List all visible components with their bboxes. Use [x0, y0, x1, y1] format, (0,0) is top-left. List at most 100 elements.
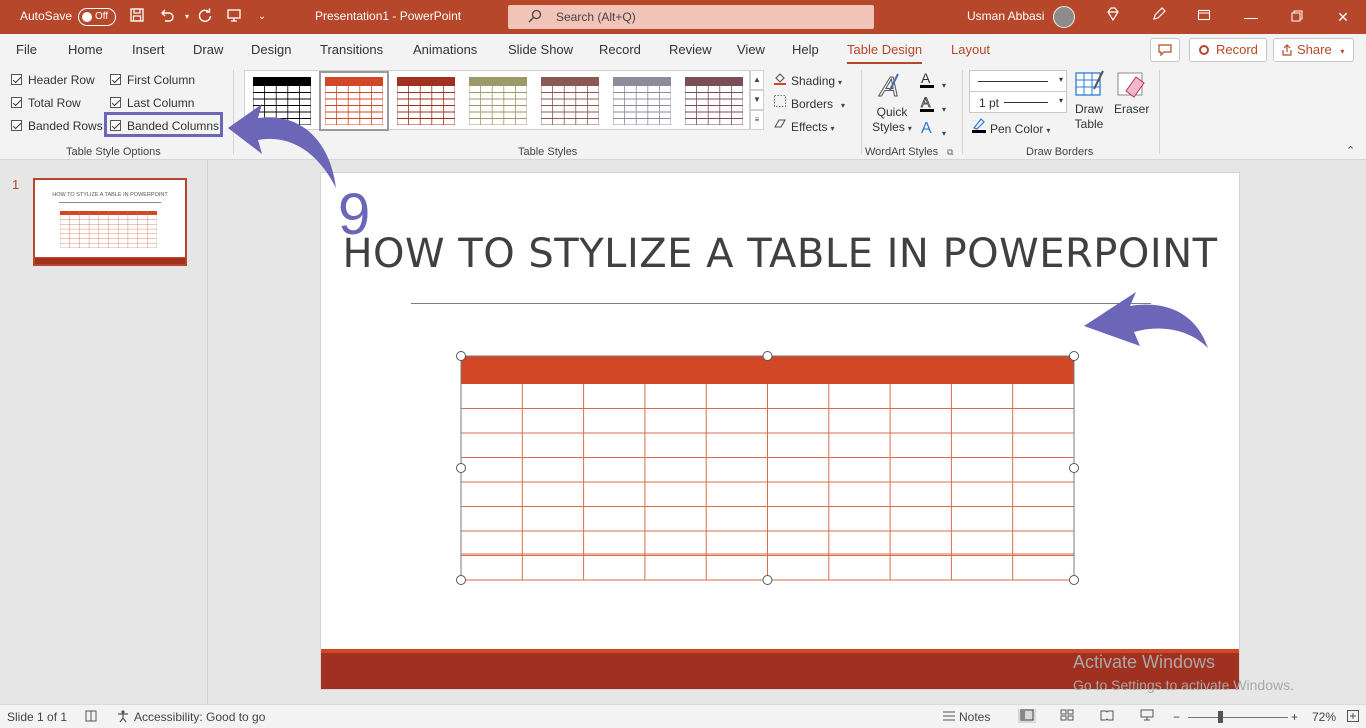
group-divider — [233, 70, 234, 154]
quick-styles-button[interactable]: A Quick Styles ▾ — [872, 70, 912, 136]
zoom-in-button[interactable]: + — [1291, 710, 1298, 724]
table-style-swatch[interactable] — [397, 77, 455, 125]
tab-home[interactable]: Home — [68, 42, 103, 57]
table-style-swatch[interactable] — [685, 77, 743, 125]
text-outline-button[interactable]: A ▾ — [918, 94, 946, 115]
draw-table-button[interactable]: Draw Table — [1074, 69, 1104, 132]
gallery-up-button[interactable]: ▲ — [750, 70, 764, 90]
dialog-launcher-icon[interactable]: ⧉ — [947, 147, 953, 158]
tab-record[interactable]: Record — [599, 42, 641, 57]
table-style-swatch[interactable] — [253, 77, 311, 125]
customize-qat-icon[interactable]: ⌄ — [252, 7, 272, 27]
present-icon[interactable] — [224, 7, 244, 27]
tab-layout[interactable]: Layout — [951, 42, 990, 57]
autosave-toggle[interactable]: Off — [78, 8, 116, 26]
record-button[interactable]: Record — [1189, 38, 1267, 62]
spelling-icon[interactable] — [82, 709, 100, 723]
borders-button[interactable]: Borders ▾ — [772, 94, 845, 111]
header-row-checkbox[interactable]: Header Row — [11, 73, 95, 87]
draw-table-label-1: Draw — [1074, 102, 1103, 116]
eraser-button[interactable]: Eraser — [1114, 69, 1149, 117]
ribbon-display-icon[interactable] — [1193, 6, 1215, 28]
gallery-more-button[interactable]: ≡ — [750, 110, 764, 130]
first-column-checkbox[interactable]: First Column — [110, 73, 195, 87]
zoom-slider-track[interactable] — [1188, 717, 1288, 718]
zoom-slider-thumb[interactable] — [1218, 711, 1223, 723]
redo-icon[interactable] — [195, 7, 215, 27]
draw-table-label-2: Table — [1074, 117, 1104, 131]
reading-view-icon[interactable] — [1098, 709, 1116, 723]
pen-style-dropdown[interactable]: ▾ — [969, 70, 1067, 92]
eraser-icon — [1117, 72, 1145, 98]
tab-insert[interactable]: Insert — [132, 42, 165, 57]
quick-styles-icon: A — [878, 71, 900, 103]
share-button[interactable]: Share ▾ — [1273, 38, 1354, 62]
save-icon[interactable] — [127, 7, 147, 27]
shading-button[interactable]: Shading ▾ — [772, 71, 842, 88]
collapse-ribbon-icon[interactable]: ⌃ — [1346, 144, 1355, 157]
notes-icon[interactable] — [940, 709, 958, 723]
total-row-checkbox[interactable]: Total Row — [11, 96, 81, 110]
tab-table-design[interactable]: Table Design — [847, 42, 923, 65]
pen-weight-dropdown[interactable]: 1 pt ▾ — [969, 91, 1067, 113]
zoom-level[interactable]: 72% — [1312, 710, 1336, 724]
pen-icon[interactable] — [1148, 6, 1170, 28]
gallery-down-button[interactable]: ▼ — [750, 90, 764, 110]
accessibility-icon[interactable] — [114, 709, 132, 723]
restore-icon[interactable] — [1286, 6, 1308, 28]
tab-file[interactable]: File — [16, 42, 37, 57]
close-icon[interactable]: ✕ — [1332, 6, 1354, 28]
last-column-checkbox[interactable]: Last Column — [110, 96, 194, 110]
chevron-down-icon: ▾ — [942, 81, 947, 90]
group-divider — [962, 70, 963, 154]
table-style-swatch[interactable] — [541, 77, 599, 125]
table-styles-gallery — [244, 70, 750, 131]
minimize-icon[interactable]: — — [1240, 6, 1262, 28]
undo-icon[interactable] — [157, 7, 177, 27]
svg-text:A: A — [921, 70, 931, 86]
premium-diamond-icon[interactable] — [1102, 6, 1124, 28]
table-style-swatch[interactable] — [469, 77, 527, 125]
slideshow-view-icon[interactable] — [1138, 709, 1156, 723]
share-icon — [1282, 44, 1292, 56]
tab-help[interactable]: Help — [792, 42, 819, 57]
text-fill-button[interactable]: A ▾ — [918, 70, 946, 91]
tab-view[interactable]: View — [737, 42, 765, 57]
zoom-out-button[interactable]: − — [1173, 710, 1180, 724]
tab-design[interactable]: Design — [251, 42, 291, 57]
slide-canvas[interactable]: HOW TO STYLIZE A TABLE IN POWERPOINT — [320, 172, 1240, 690]
avatar[interactable] — [1053, 6, 1075, 28]
chevron-down-icon: ▾ — [1046, 126, 1051, 135]
undo-dropdown-icon[interactable]: ▾ — [177, 7, 197, 27]
normal-view-icon[interactable] — [1018, 709, 1036, 723]
slide-thumbnail-pane: 1 HOW TO STYLIZE A TABLE IN POWERPOINT — [0, 160, 208, 704]
pen-weight-value: 1 pt — [979, 96, 1000, 110]
table-style-swatch[interactable] — [613, 77, 671, 125]
notes-button[interactable]: Notes — [959, 710, 990, 724]
tab-transitions[interactable]: Transitions — [320, 42, 383, 57]
thumbnail-title: HOW TO STYLIZE A TABLE IN POWERPOINT — [52, 192, 168, 198]
search-placeholder: Search (Alt+Q) — [556, 10, 636, 24]
tab-draw[interactable]: Draw — [193, 42, 223, 57]
shading-label: Shading — [791, 74, 836, 88]
accessibility-status[interactable]: Accessibility: Good to go — [134, 710, 265, 724]
tab-review[interactable]: Review — [669, 42, 712, 57]
user-name[interactable]: Usman Abbasi — [967, 9, 1044, 23]
pen-weight-line — [1004, 102, 1048, 103]
thumbnail-footer-bar — [35, 257, 185, 264]
group-divider — [1159, 70, 1160, 154]
comments-button[interactable] — [1150, 38, 1180, 62]
pen-color-button[interactable]: Pen Color ▾ — [971, 117, 1050, 136]
effects-button[interactable]: Effects ▾ — [772, 117, 834, 134]
quick-styles-label-1: Quick — [876, 105, 908, 119]
search-box[interactable]: Search (Alt+Q) — [508, 5, 874, 29]
table-style-swatch-selected[interactable] — [319, 71, 389, 131]
text-effects-button[interactable]: A ▾ — [918, 118, 946, 139]
tab-slide-show[interactable]: Slide Show — [508, 42, 573, 57]
fit-slide-icon[interactable] — [1344, 709, 1362, 723]
slide-sorter-icon[interactable] — [1058, 709, 1076, 723]
slide-thumbnail[interactable]: HOW TO STYLIZE A TABLE IN POWERPOINT — [33, 178, 187, 266]
banded-rows-checkbox[interactable]: Banded Rows — [11, 119, 103, 133]
tab-animations[interactable]: Animations — [413, 42, 477, 57]
slide-title[interactable]: HOW TO STYLIZE A TABLE IN POWERPOINT — [321, 231, 1239, 277]
